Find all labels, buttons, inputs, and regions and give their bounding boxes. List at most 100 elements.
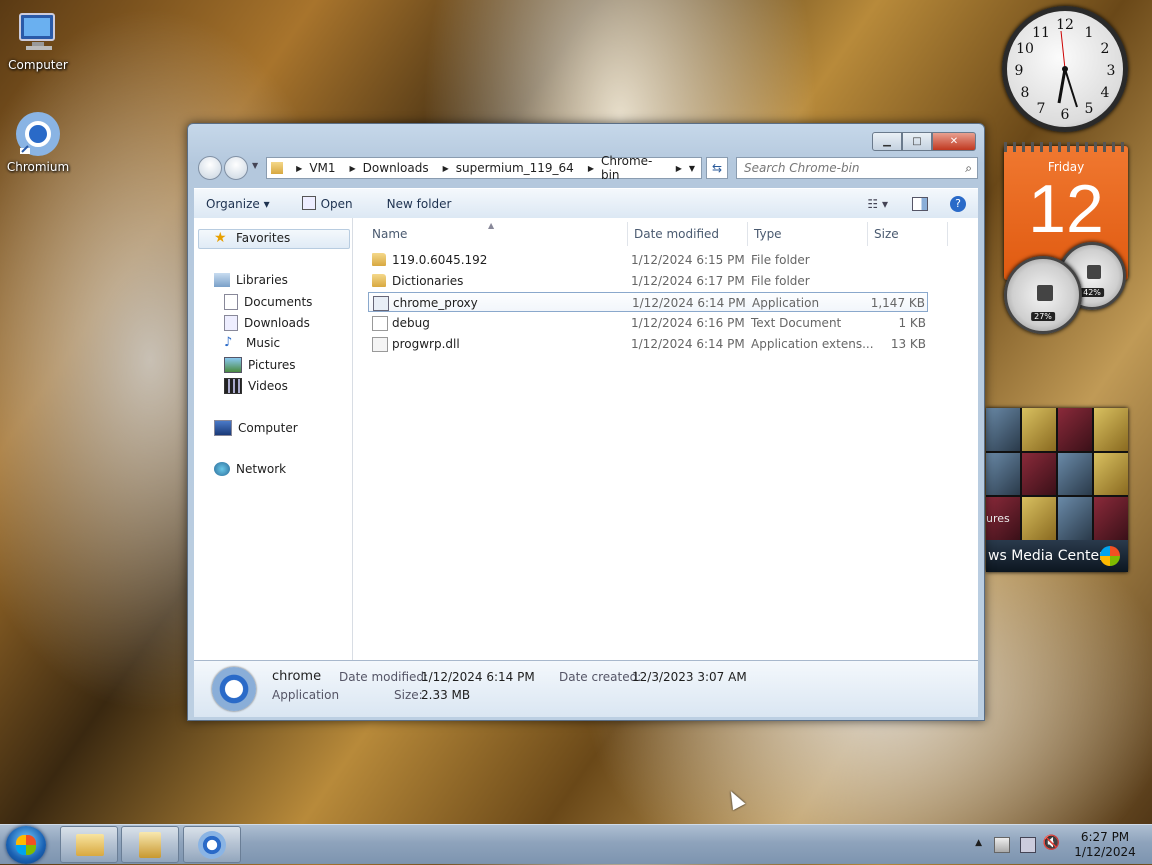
nav-music[interactable]: ♪ Music bbox=[224, 335, 280, 351]
file-name: chrome_proxy bbox=[393, 296, 478, 310]
media-center-gadget[interactable]: ures ws Media Center bbox=[986, 408, 1128, 572]
details-modified-label: Date modified: bbox=[339, 670, 429, 684]
action-center-icon[interactable] bbox=[994, 837, 1010, 853]
nav-libraries[interactable]: Libraries bbox=[214, 273, 288, 287]
breadcrumb-arrow-icon[interactable]: ▶ bbox=[343, 164, 363, 173]
file-date: 1/12/2024 6:17 PM bbox=[631, 274, 745, 288]
details-created-value: 12/3/2023 3:07 AM bbox=[632, 670, 747, 684]
address-dropdown-icon[interactable]: ▼ bbox=[689, 164, 695, 173]
clock-gadget[interactable]: 12 1 2 3 4 5 6 7 8 9 10 11 bbox=[1002, 6, 1128, 132]
column-header-type[interactable]: Type bbox=[748, 222, 868, 246]
volume-muted-icon[interactable]: 🔇 bbox=[1043, 835, 1060, 851]
memory-percent: 42% bbox=[1080, 288, 1104, 297]
forward-button[interactable] bbox=[224, 156, 248, 180]
details-created-label: Date created: bbox=[559, 670, 642, 684]
taskbar-chromium-button[interactable] bbox=[183, 826, 241, 863]
folder-icon bbox=[139, 832, 161, 858]
taskbar-file-button[interactable] bbox=[121, 826, 179, 863]
breadcrumb-chrome-bin[interactable]: Chrome-bin bbox=[601, 154, 669, 182]
nav-computer[interactable]: Computer bbox=[214, 420, 298, 436]
column-label: Date modified bbox=[634, 227, 720, 241]
media-center-bar[interactable]: ws Media Center bbox=[986, 540, 1128, 572]
column-header-name[interactable]: Name ▲ bbox=[366, 221, 628, 246]
file-row[interactable]: 119.0.6045.192 1/12/2024 6:15 PM File fo… bbox=[368, 250, 928, 270]
text-document-icon bbox=[372, 316, 388, 331]
windows-logo-icon bbox=[16, 835, 36, 855]
chromium-icon bbox=[14, 110, 62, 158]
search-icon: ⌕ bbox=[965, 161, 972, 175]
show-hidden-icons-icon[interactable]: ▲ bbox=[975, 838, 982, 848]
open-button[interactable]: Open bbox=[282, 196, 365, 211]
desktop-icon-computer[interactable]: Computer bbox=[0, 8, 76, 72]
view-options-icon[interactable]: ☷ ▾ bbox=[867, 197, 888, 211]
folder-icon bbox=[372, 253, 386, 266]
breadcrumb-arrow-icon[interactable]: ▶ bbox=[436, 164, 456, 173]
nav-network[interactable]: Network bbox=[214, 462, 286, 476]
file-name: 119.0.6045.192 bbox=[392, 253, 488, 267]
column-label: Size bbox=[874, 227, 899, 241]
recent-pages-chevron-icon[interactable]: ▼ bbox=[252, 161, 258, 170]
nav-pictures[interactable]: Pictures bbox=[224, 357, 296, 373]
explorer-window[interactable]: ▁ □ ✕ ▼ ▶ VM1 ▶ Downloads ▶ supermium_11… bbox=[187, 123, 985, 721]
file-type: Text Document bbox=[751, 316, 842, 330]
organize-button[interactable]: Organize ▾ bbox=[194, 197, 282, 211]
navigation-pane: ★ Favorites Libraries Documents Downloads… bbox=[194, 218, 353, 660]
chrome-file-icon bbox=[212, 667, 256, 711]
nav-downloads[interactable]: Downloads bbox=[224, 315, 310, 331]
new-folder-button[interactable]: New folder bbox=[365, 197, 464, 211]
breadcrumb-supermium[interactable]: supermium_119_64 bbox=[456, 161, 581, 175]
breadcrumb-downloads[interactable]: Downloads bbox=[363, 161, 436, 175]
address-row: ▼ ▶ VM1 ▶ Downloads ▶ supermium_119_64 ▶… bbox=[196, 154, 978, 182]
breadcrumb-arrow-icon[interactable]: ▶ bbox=[669, 164, 689, 173]
maximize-button[interactable]: □ bbox=[902, 132, 932, 151]
chromium-icon bbox=[198, 831, 226, 859]
nav-label: Libraries bbox=[236, 273, 288, 287]
start-button[interactable] bbox=[6, 826, 46, 864]
details-modified-value: 1/12/2024 6:14 PM bbox=[421, 670, 535, 684]
file-row-selected[interactable]: chrome_proxy 1/12/2024 6:14 PM Applicati… bbox=[368, 292, 928, 312]
column-header-size[interactable]: Size bbox=[868, 222, 948, 246]
breadcrumb-arrow-icon[interactable]: ▶ bbox=[289, 164, 309, 173]
memory-gauge[interactable]: 27% bbox=[1004, 256, 1082, 334]
file-row[interactable]: Dictionaries 1/12/2024 6:17 PM File fold… bbox=[368, 271, 928, 291]
taskbar-clock[interactable]: 6:27 PM 1/12/2024 bbox=[1070, 830, 1140, 860]
breadcrumb-arrow-icon[interactable]: ▶ bbox=[581, 164, 601, 173]
file-row[interactable]: progwrp.dll 1/12/2024 6:14 PM Applicatio… bbox=[368, 334, 928, 354]
file-size: 13 KB bbox=[890, 337, 926, 351]
back-button[interactable] bbox=[198, 156, 222, 180]
open-label: Open bbox=[320, 197, 353, 211]
close-button[interactable]: ✕ bbox=[932, 132, 976, 151]
details-file-name: chrome bbox=[272, 669, 322, 684]
nav-label: Documents bbox=[244, 295, 313, 309]
minimize-button[interactable]: ▁ bbox=[872, 132, 902, 151]
help-icon[interactable]: ? bbox=[950, 195, 966, 212]
nav-favorites[interactable]: ★ Favorites bbox=[214, 231, 290, 245]
file-type: File folder bbox=[751, 253, 810, 267]
nav-label: Pictures bbox=[248, 358, 296, 372]
search-input[interactable]: Search Chrome-bin ⌕ bbox=[736, 157, 978, 179]
nav-videos[interactable]: Videos bbox=[224, 378, 288, 394]
breadcrumb-vm1[interactable]: VM1 bbox=[309, 161, 342, 175]
column-header-date[interactable]: Date modified bbox=[628, 222, 748, 246]
file-row[interactable]: debug 1/12/2024 6:16 PM Text Document 1 … bbox=[368, 313, 928, 333]
file-size: 1 KB bbox=[898, 316, 926, 330]
downloads-icon bbox=[224, 315, 238, 331]
documents-icon bbox=[224, 294, 238, 310]
address-bar[interactable]: ▶ VM1 ▶ Downloads ▶ supermium_119_64 ▶ C… bbox=[266, 154, 702, 182]
dll-file-icon bbox=[372, 337, 388, 352]
nav-label: Network bbox=[236, 462, 287, 476]
cpu-percent: 27% bbox=[1031, 312, 1055, 321]
file-name: progwrp.dll bbox=[392, 337, 460, 351]
taskbar-explorer-button[interactable] bbox=[60, 826, 118, 863]
network-icon[interactable] bbox=[1020, 837, 1036, 853]
music-icon: ♪ bbox=[224, 335, 233, 350]
nav-documents[interactable]: Documents bbox=[224, 294, 312, 310]
desktop-icon-chromium[interactable]: Chromium bbox=[0, 110, 76, 174]
clock-date: 1/12/2024 bbox=[1074, 845, 1136, 859]
media-center-label: ws Media Center bbox=[988, 548, 1105, 564]
preview-pane-icon[interactable] bbox=[912, 196, 928, 211]
refresh-icon: ⇆ bbox=[711, 161, 723, 175]
file-type: File folder bbox=[751, 274, 810, 288]
refresh-button[interactable]: ⇆ bbox=[706, 157, 728, 179]
nav-label: Downloads bbox=[244, 316, 310, 330]
